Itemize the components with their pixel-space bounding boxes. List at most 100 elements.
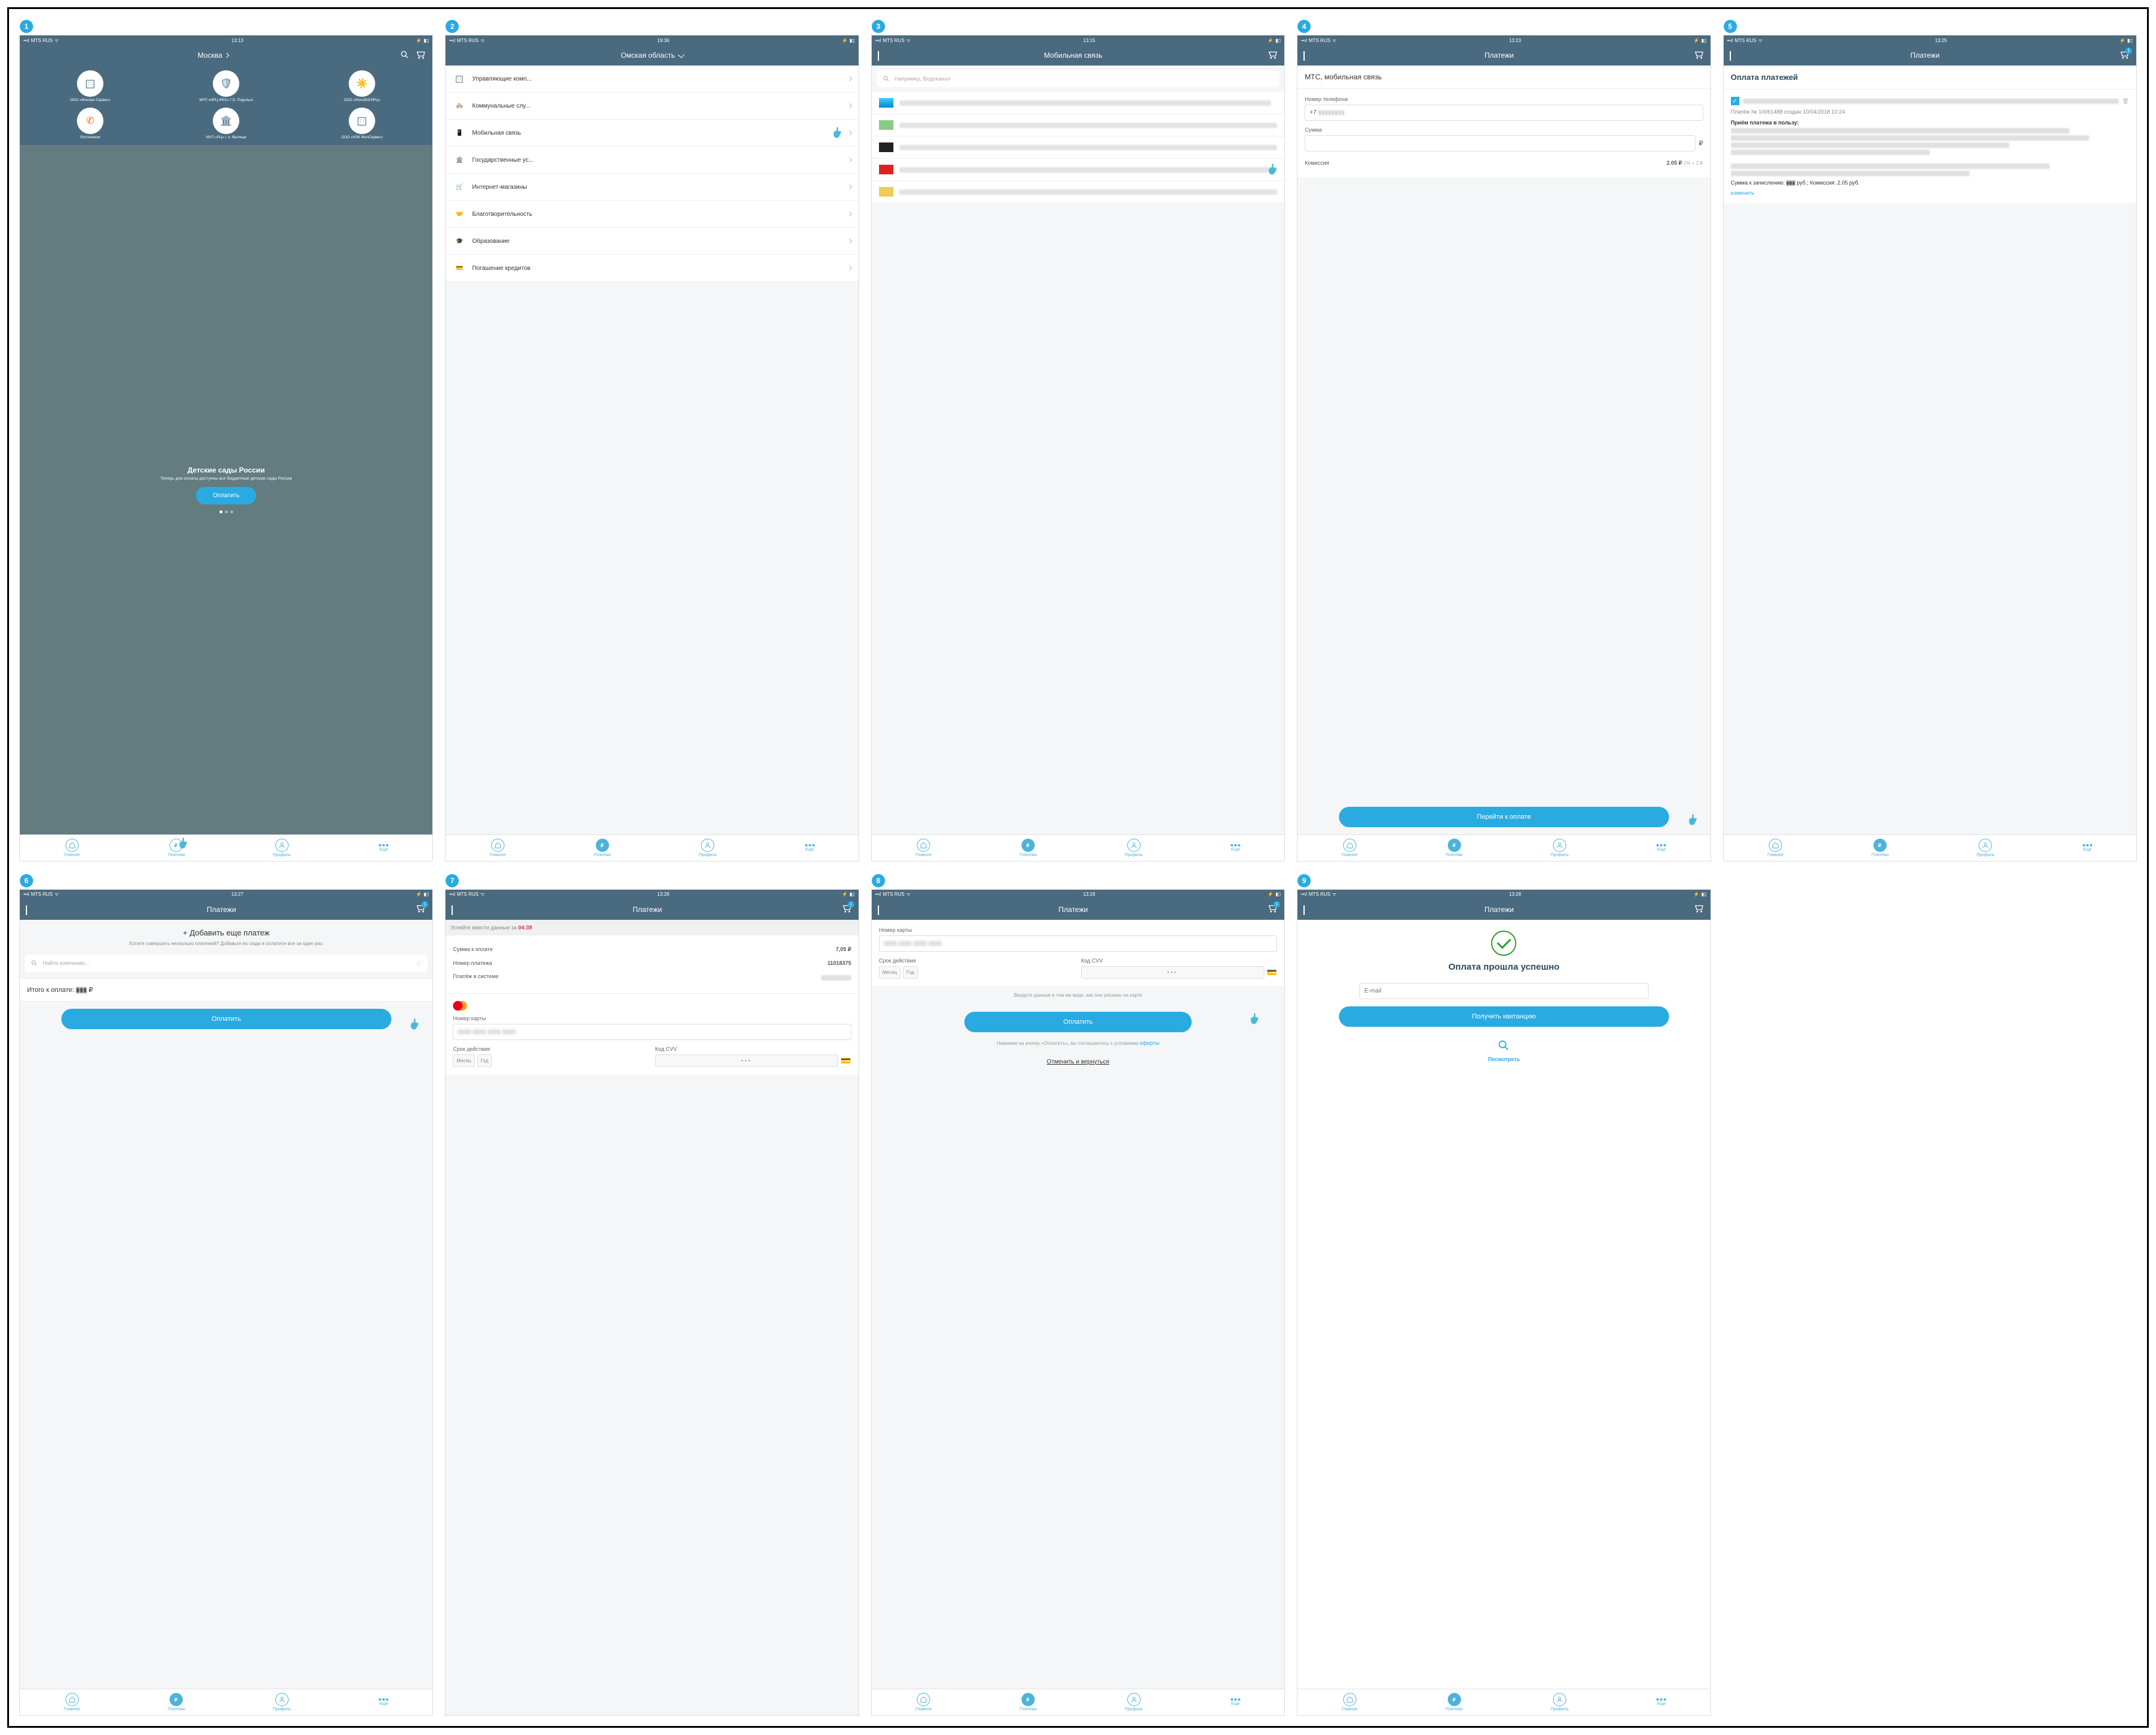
provider-tile[interactable]: 🏛️МУП «РЦ» г. о. Мытищи: [161, 108, 292, 140]
screen-4: ••ılMTS RUSᯤ13:23⚡▮▯ Платежи МТС, мобиль…: [1297, 35, 1710, 861]
provider-row[interactable]: [872, 159, 1284, 181]
provider-tile[interactable]: ☀️ООО «МособлЕИРЦ»: [296, 70, 427, 103]
tab-more[interactable]: Еще: [2083, 844, 2092, 852]
cart-icon[interactable]: [415, 49, 426, 62]
tab-more[interactable]: Еще: [379, 844, 388, 852]
email-input[interactable]: [1359, 983, 1648, 999]
banner-pay-button[interactable]: Оплатить: [196, 487, 256, 504]
screen-3: ••ılMTS RUSᯤ13:15⚡▮▯ Мобильная связь Нап…: [872, 35, 1284, 861]
provider-tile[interactable]: 🛡️МУП «ИРЦ ЖКХ» Г.О. Подольск: [161, 70, 292, 103]
provider-tile[interactable]: ООО «ИЭК ЖилСервис»: [296, 108, 427, 140]
screen-6: ••ılMTS RUSᯤ13:27⚡▮▯ Платежи1 + Добавить…: [20, 890, 432, 1715]
month-input[interactable]: Месяц: [879, 966, 901, 979]
year-input[interactable]: Год: [903, 966, 918, 979]
tab-payments[interactable]: Платежи: [1445, 839, 1462, 857]
cart-icon[interactable]: [1267, 49, 1278, 62]
header: Москва: [20, 45, 432, 66]
tab-profile[interactable]: Профиль: [1125, 1693, 1143, 1712]
tab-payments[interactable]: Платежи: [1445, 1693, 1462, 1712]
card-number-input[interactable]: ▮▮▮▮ ▮▮▮▮ ▮▮▮▮ ▮▮▮▮: [453, 1024, 851, 1040]
tab-more[interactable]: Еще: [379, 1698, 388, 1706]
tab-profile[interactable]: Профиль: [273, 839, 291, 857]
tab-home[interactable]: Главное: [1341, 1693, 1358, 1712]
total-row: Итого к оплате: ▮▮▮ ₽: [20, 978, 432, 1002]
tab-payments[interactable]: Платежи: [1872, 839, 1888, 857]
tab-profile[interactable]: Профиль: [1125, 839, 1143, 857]
tab-bar: Главное Платежи Профиль Еще: [20, 834, 432, 861]
receipt-button[interactable]: Получить квитанцию: [1339, 1006, 1669, 1027]
tab-home[interactable]: Главное: [1768, 839, 1784, 857]
cart-icon[interactable]: 1: [1267, 903, 1278, 916]
tab-home[interactable]: Главное: [1341, 839, 1358, 857]
add-payment-button[interactable]: + Добавить еще платеж: [28, 928, 424, 937]
tab-more[interactable]: Еще: [1656, 844, 1666, 852]
tab-profile[interactable]: Профиль: [273, 1693, 291, 1712]
magnifier-icon[interactable]: [1497, 1039, 1510, 1052]
search-company-input[interactable]: Найти компанию...ⓧ: [25, 955, 427, 972]
search-input[interactable]: Например, Водоканал: [877, 70, 1279, 87]
tab-payments[interactable]: Платежи: [594, 839, 611, 857]
year-input[interactable]: Год: [477, 1054, 492, 1067]
tab-payments[interactable]: Платежи: [168, 1693, 185, 1712]
screen-5: ••ılMTS RUSᯤ13:25⚡▮▯ Платежи1 Оплата пла…: [1724, 35, 2136, 861]
tab-more[interactable]: Еще: [1656, 1698, 1666, 1706]
screen-7: ••ılMTS RUSᯤ13:28⚡▮▯ Платежи1 Успейте вв…: [446, 890, 858, 1715]
cart-icon[interactable]: 1: [415, 903, 426, 916]
cart-icon[interactable]: [1694, 903, 1704, 916]
cvv-input[interactable]: •••: [1081, 966, 1264, 979]
pay-button[interactable]: Оплатить: [964, 1012, 1192, 1032]
category-row[interactable]: 🏘️Коммунальные слу...: [446, 93, 858, 120]
provider-name: МТС, мобильная связь: [1305, 73, 1703, 81]
cvv-input[interactable]: •••: [655, 1054, 839, 1067]
tab-home[interactable]: Главное: [490, 839, 506, 857]
tab-home[interactable]: Главное: [916, 839, 932, 857]
category-row[interactable]: 🏛️Государственные ус...: [446, 147, 858, 174]
tab-profile[interactable]: Профиль: [1551, 839, 1569, 857]
provider-tile[interactable]: ООО «МонАрх-Сервис»: [25, 70, 156, 103]
tab-profile[interactable]: Профиль: [699, 839, 717, 857]
month-input[interactable]: Месяц: [453, 1054, 474, 1067]
tab-payments[interactable]: Платежи: [1020, 1693, 1037, 1712]
status-bar: ••ılMTS RUSᯤ13:13⚡▮▯: [20, 35, 432, 45]
tab-home[interactable]: Главное: [64, 1693, 80, 1712]
tab-payments[interactable]: Платежи: [168, 839, 185, 857]
delete-icon[interactable]: 🗑: [2122, 98, 2129, 105]
phone-input[interactable]: +7 ▮▮▮▮▮▮▮▮: [1305, 105, 1703, 121]
category-row[interactable]: 🛒Интернет-магазины: [446, 174, 858, 201]
screen-1: ••ılMTS RUSᯤ13:13⚡▮▯ Москва ООО «МонАрх-…: [20, 35, 432, 861]
tab-more[interactable]: Еще: [1231, 1698, 1240, 1706]
proceed-button[interactable]: Перейти к оплате: [1339, 807, 1669, 827]
region-picker[interactable]: Омская область: [621, 51, 684, 60]
edit-link[interactable]: изменить: [1731, 190, 1754, 196]
tab-payments[interactable]: Платежи: [1020, 839, 1037, 857]
provider-row[interactable]: [872, 181, 1284, 203]
category-row[interactable]: 📱Мобильная связь: [446, 120, 858, 147]
tab-home[interactable]: Главное: [64, 839, 80, 857]
oferta-link[interactable]: оферты: [1139, 1040, 1159, 1046]
category-row[interactable]: 🎓Образование: [446, 228, 858, 255]
provider-tile[interactable]: ✆Ростелеком: [25, 108, 156, 140]
tab-home[interactable]: Главное: [916, 1693, 932, 1712]
category-row[interactable]: Управляющие комп...: [446, 66, 858, 93]
provider-row[interactable]: [872, 136, 1284, 159]
category-row[interactable]: 💳Погашение кредитов: [446, 255, 858, 282]
cart-icon[interactable]: [1694, 49, 1704, 62]
tab-more[interactable]: Еще: [1231, 844, 1240, 852]
provider-row[interactable]: [872, 114, 1284, 136]
tab-profile[interactable]: Профиль: [1551, 1693, 1569, 1712]
mastercard-icon: [453, 1001, 467, 1011]
checkbox[interactable]: ✓: [1731, 97, 1739, 105]
tab-profile[interactable]: Профиль: [1976, 839, 1994, 857]
search-icon[interactable]: [400, 50, 409, 61]
tab-more[interactable]: Еще: [805, 844, 815, 852]
region-picker[interactable]: Москва: [198, 51, 228, 60]
cart-icon[interactable]: 1: [2119, 49, 2130, 62]
cancel-link[interactable]: Отменить и вернуться: [1047, 1059, 1109, 1065]
cart-icon[interactable]: 1: [842, 903, 853, 916]
pay-button[interactable]: Оплатить: [61, 1009, 391, 1029]
category-row[interactable]: 🤝Благотворительность: [446, 201, 858, 228]
provider-row[interactable]: [872, 92, 1284, 114]
amount-input[interactable]: [1305, 135, 1695, 151]
view-link[interactable]: Посмотреть: [1488, 1056, 1520, 1062]
card-number-input[interactable]: ▮▮▮▮ ▮▮▮▮ ▮▮▮▮ ▮▮▮▮: [879, 935, 1277, 952]
